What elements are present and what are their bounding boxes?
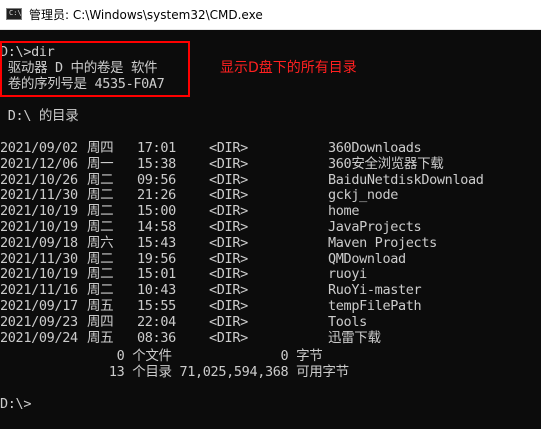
entry-day: 周六 [87,234,114,251]
command-line: D:\>dir [0,44,55,60]
prompt-glyph-icon: C:\ [9,9,22,17]
entry-time: 14:58 [137,219,176,235]
entry-time: 15:01 [137,266,176,283]
entry-type: <DIR> [209,313,248,330]
entry-name: 360Downloads [328,140,422,156]
entry-time: 22:04 [137,313,176,330]
entry-name: home [328,203,360,220]
cmd-window: C:\ 管理员: C:\Windows\system32\CMD.exe D:\… [0,0,541,429]
entry-name: 迅雷下载 [328,329,381,346]
entry-time: 15:38 [137,155,176,172]
entry-time: 17:01 [137,140,176,156]
entry-date: 2021/09/24 [0,329,78,346]
entry-date: 2021/09/02 [0,140,78,156]
entry-time: 10:43 [137,282,176,299]
table-row: 2021/09/18 周六 15:43 <DIR> Maven Projects [0,235,541,251]
entry-date: 2021/10/26 [0,171,78,188]
entry-type: <DIR> [209,203,248,220]
entry-type: <DIR> [209,187,248,204]
directory-header: D:\ 的目录 [0,108,79,124]
table-row: 2021/09/02 周四 17:01 <DIR> 360Downloads [0,140,541,156]
entry-date: 2021/11/30 [0,250,78,267]
entry-day: 周五 [87,329,114,346]
command-prompt[interactable]: D:\> [0,396,31,412]
entry-day: 周四 [87,140,114,156]
table-row: 2021/11/30 周二 21:26 <DIR> gckj_node [0,187,541,203]
entry-date: 2021/10/19 [0,219,78,235]
entry-name: JavaProjects [328,219,422,235]
entry-time: 15:55 [137,298,176,314]
entry-type: <DIR> [209,298,248,314]
entry-day: 周二 [87,266,114,283]
entry-date: 2021/11/16 [0,282,78,299]
entry-type: <DIR> [209,282,248,299]
entry-time: 08:36 [137,329,176,346]
table-row: 2021/11/16 周二 10:43 <DIR> RuoYi-master [0,282,541,298]
entry-name: tempFilePath [328,298,422,314]
annotation-label: 显示D盘下的所有目录 [220,60,357,76]
table-row: 2021/10/26 周二 09:56 <DIR> BaiduNetdiskDownlo… [0,172,541,188]
files-summary: 0 个文件 0 字节 [0,348,323,364]
entry-type: <DIR> [209,234,248,251]
entry-day: 周一 [87,155,114,172]
terminal-icon[interactable]: C:\ [6,8,22,20]
entry-name: gckj_node [328,187,398,204]
entry-name: 360安全浏览器下载 [328,155,444,172]
dirs-summary: 13 个目录 71,025,594,368 可用字节 [0,364,349,380]
entry-name: QMDownload [328,250,406,267]
volume-line: 驱动器 D 中的卷是 软件 [0,60,158,76]
entry-day: 周二 [87,219,114,235]
entry-date: 2021/11/30 [0,187,78,204]
entry-date: 2021/12/06 [0,155,78,172]
serial-line: 卷的序列号是 4535-F0A7 [0,76,165,92]
entry-name: Maven Projects [328,234,437,251]
entry-type: <DIR> [209,140,248,156]
entry-time: 21:26 [137,187,176,204]
window-title: 管理员: C:\Windows\system32\CMD.exe [29,8,263,22]
entry-name: ruoyi [328,266,367,283]
table-row: 2021/12/06 周一 15:38 <DIR> 360安全浏览器下载 [0,156,541,172]
entry-type: <DIR> [209,219,248,235]
table-row: 2021/10/19 周二 15:01 <DIR> ruoyi [0,266,541,282]
entry-type: <DIR> [209,266,248,283]
entry-day: 周二 [87,250,114,267]
console-output[interactable]: D:\>dir 驱动器 D 中的卷是 软件 卷的序列号是 4535-F0A7 D… [0,30,541,429]
entry-name: BaiduNetdiskDownload [328,171,484,188]
table-row: 2021/11/30 周二 19:56 <DIR> QMDownload [0,251,541,267]
entry-day: 周二 [87,171,114,188]
table-row: 2021/09/24 周五 08:36 <DIR> 迅雷下载 [0,330,541,346]
entry-time: 15:00 [137,203,176,220]
table-row: 2021/10/19 周二 14:58 <DIR> JavaProjects [0,219,541,235]
table-row: 2021/09/23 周四 22:04 <DIR> Tools [0,314,541,330]
title-bar[interactable]: C:\ 管理员: C:\Windows\system32\CMD.exe [0,0,541,30]
entry-name: RuoYi-master [328,282,422,299]
entry-day: 周五 [87,298,114,314]
entry-day: 周二 [87,187,114,204]
entry-time: 09:56 [137,171,176,188]
entry-day: 周二 [87,282,114,299]
entry-type: <DIR> [209,250,248,267]
entry-type: <DIR> [209,155,248,172]
entry-type: <DIR> [209,171,248,188]
entry-day: 周四 [87,313,114,330]
entry-time: 15:43 [137,234,176,251]
entry-date: 2021/10/19 [0,266,78,283]
table-row: 2021/09/17 周五 15:55 <DIR> tempFilePath [0,298,541,314]
entry-date: 2021/09/23 [0,313,78,330]
table-row: 2021/10/19 周二 15:00 <DIR> home [0,203,541,219]
entry-date: 2021/09/17 [0,298,78,314]
entry-type: <DIR> [209,329,248,346]
entry-time: 19:56 [137,250,176,267]
entry-date: 2021/10/19 [0,203,78,220]
entry-name: Tools [328,313,367,330]
entry-date: 2021/09/18 [0,234,78,251]
entry-day: 周二 [87,203,114,220]
